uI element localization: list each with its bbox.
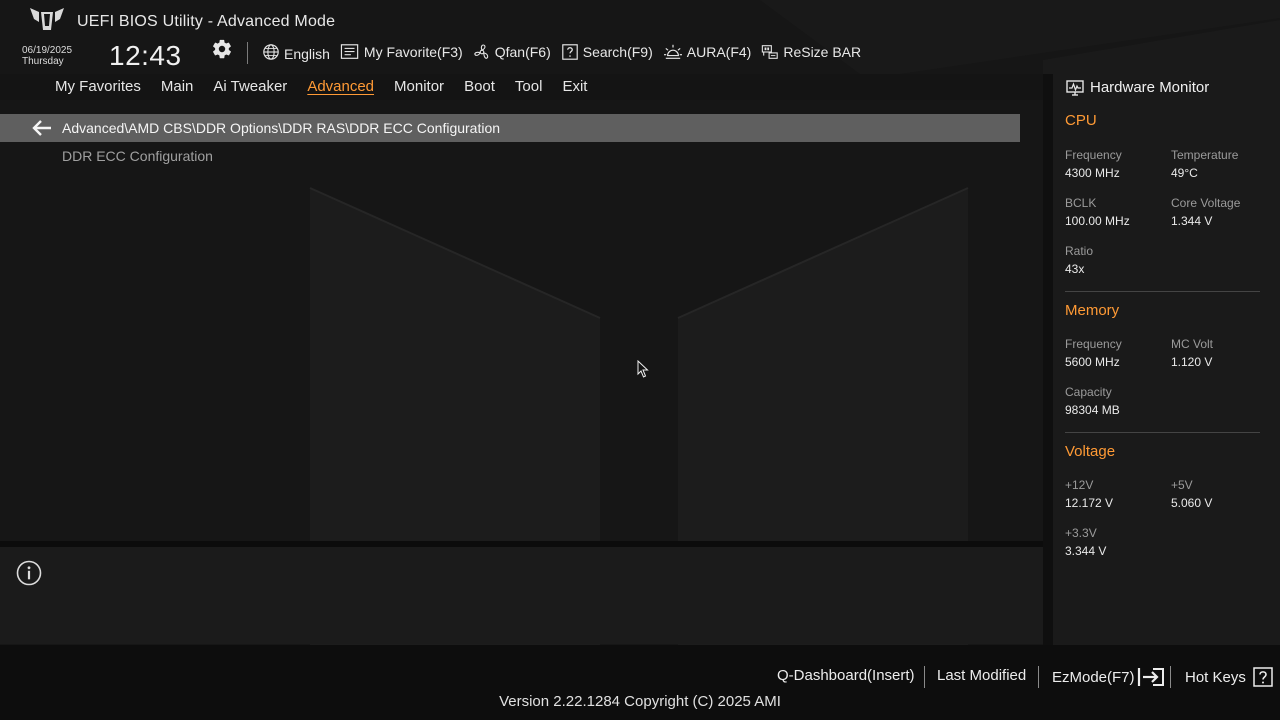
hardware-monitor-title: Hardware Monitor bbox=[1090, 79, 1210, 96]
cpu-frequency-label: Frequency bbox=[1065, 148, 1122, 162]
mc-volt-value: 1.120 V bbox=[1171, 355, 1213, 369]
footer-separator bbox=[1038, 666, 1039, 688]
footer-separator bbox=[924, 666, 925, 688]
resize-bar-icon bbox=[762, 45, 779, 59]
tab-boot[interactable]: Boot bbox=[464, 77, 495, 97]
footer-separator bbox=[1170, 666, 1171, 688]
tab-monitor[interactable]: Monitor bbox=[394, 77, 444, 97]
last-modified-button[interactable]: Last Modified bbox=[937, 667, 1026, 684]
globe-icon bbox=[263, 44, 279, 60]
menu-item-ddr-ecc-configuration[interactable]: DDR ECC Configuration bbox=[62, 148, 213, 164]
tab-advanced[interactable]: Advanced bbox=[307, 77, 374, 97]
info-icon bbox=[16, 560, 42, 586]
favorite-list-icon bbox=[340, 44, 359, 59]
memory-section-title: Memory bbox=[1065, 302, 1120, 319]
memory-frequency-value: 5600 MHz bbox=[1065, 355, 1120, 369]
exit-to-ezmode-icon bbox=[1137, 668, 1164, 686]
core-voltage-value: 1.344 V bbox=[1171, 214, 1213, 228]
header-divider bbox=[247, 42, 248, 64]
weekday-text: Thursday bbox=[22, 56, 64, 67]
arrow-left-icon bbox=[32, 120, 51, 136]
cpu-frequency-value: 4300 MHz bbox=[1065, 166, 1120, 180]
main-nav-tabs: My Favorites Main Ai Tweaker Advanced Mo… bbox=[55, 77, 607, 97]
qfan-label: Qfan(F6) bbox=[494, 44, 551, 60]
v33-value: 3.344 V bbox=[1065, 544, 1107, 558]
v5-value: 5.060 V bbox=[1171, 496, 1213, 510]
date-display: 06/19/2025 Thursday bbox=[22, 45, 72, 67]
bclk-value: 100.00 MHz bbox=[1065, 214, 1130, 228]
gear-icon[interactable] bbox=[211, 38, 233, 60]
panel-separator bbox=[1043, 74, 1053, 645]
my-favorite-label: My Favorite(F3) bbox=[363, 44, 463, 60]
v12-label: +12V bbox=[1065, 478, 1094, 492]
question-mark-icon bbox=[1253, 667, 1273, 687]
ratio-value: 43x bbox=[1065, 262, 1085, 276]
v33-label: +3.3V bbox=[1065, 526, 1097, 540]
version-copyright: Version 2.22.1284 Copyright (C) 2025 AMI bbox=[499, 693, 781, 710]
voltage-section-title: Voltage bbox=[1065, 443, 1116, 460]
ratio-label: Ratio bbox=[1065, 244, 1094, 258]
v12-value: 12.172 V bbox=[1065, 496, 1114, 510]
cpu-temperature-value: 49°C bbox=[1171, 166, 1198, 180]
core-voltage-label: Core Voltage bbox=[1171, 196, 1241, 210]
capacity-label: Capacity bbox=[1065, 385, 1112, 399]
help-panel bbox=[0, 547, 1043, 644]
back-button[interactable] bbox=[31, 117, 53, 139]
section-divider bbox=[1065, 291, 1260, 292]
date-text: 06/19/2025 bbox=[22, 45, 73, 56]
qfan-button[interactable]: Qfan(F6) bbox=[473, 43, 551, 61]
ezmode-label: EzMode(F7) bbox=[1052, 668, 1135, 686]
breadcrumb: Advanced\AMD CBS\DDR Options\DDR RAS\DDR… bbox=[0, 114, 1020, 142]
tab-ai-tweaker[interactable]: Ai Tweaker bbox=[213, 77, 287, 97]
tab-tool[interactable]: Tool bbox=[515, 77, 543, 97]
capacity-value: 98304 MB bbox=[1065, 403, 1120, 417]
language-label: English bbox=[284, 46, 330, 62]
search-label: Search(F9) bbox=[582, 44, 653, 60]
monitor-icon bbox=[1066, 80, 1084, 96]
memory-frequency-label: Frequency bbox=[1065, 337, 1122, 351]
fan-icon bbox=[473, 44, 488, 59]
tuf-logo-icon bbox=[30, 8, 64, 30]
section-divider bbox=[1065, 432, 1260, 433]
cpu-temperature-label: Temperature bbox=[1171, 148, 1239, 162]
tab-exit[interactable]: Exit bbox=[562, 77, 587, 97]
language-button[interactable]: English bbox=[262, 42, 330, 62]
resize-bar-label: ReSize BAR bbox=[783, 44, 862, 60]
mc-volt-label: MC Volt bbox=[1171, 337, 1214, 351]
resize-bar-button[interactable]: ReSize BAR bbox=[761, 43, 861, 61]
aura-button[interactable]: AURA(F4) bbox=[663, 43, 752, 61]
my-favorite-button[interactable]: My Favorite(F3) bbox=[340, 43, 463, 61]
search-help-icon bbox=[561, 44, 578, 60]
top-toolbar: English My Favorite(F3) Qfan(F6) Search(… bbox=[262, 41, 871, 63]
cpu-section-title: CPU bbox=[1065, 112, 1097, 129]
v5-label: +5V bbox=[1171, 478, 1193, 492]
breadcrumb-path: Advanced\AMD CBS\DDR Options\DDR RAS\DDR… bbox=[62, 120, 501, 136]
app-title: UEFI BIOS Utility - Advanced Mode bbox=[77, 13, 336, 30]
hot-keys-button[interactable]: Hot Keys bbox=[1185, 667, 1273, 687]
ezmode-button[interactable]: EzMode(F7) bbox=[1052, 667, 1165, 687]
clock-time[interactable]: 12:43 bbox=[109, 40, 182, 72]
aura-label: AURA(F4) bbox=[686, 44, 752, 60]
bclk-label: BCLK bbox=[1065, 196, 1097, 210]
hot-keys-label: Hot Keys bbox=[1185, 668, 1246, 686]
q-dashboard-button[interactable]: Q-Dashboard(Insert) bbox=[777, 667, 915, 684]
search-button[interactable]: Search(F9) bbox=[561, 43, 653, 61]
aura-light-icon bbox=[663, 44, 682, 59]
tab-my-favorites[interactable]: My Favorites bbox=[55, 77, 141, 97]
tab-main[interactable]: Main bbox=[161, 77, 194, 97]
mouse-cursor-icon bbox=[637, 360, 649, 378]
